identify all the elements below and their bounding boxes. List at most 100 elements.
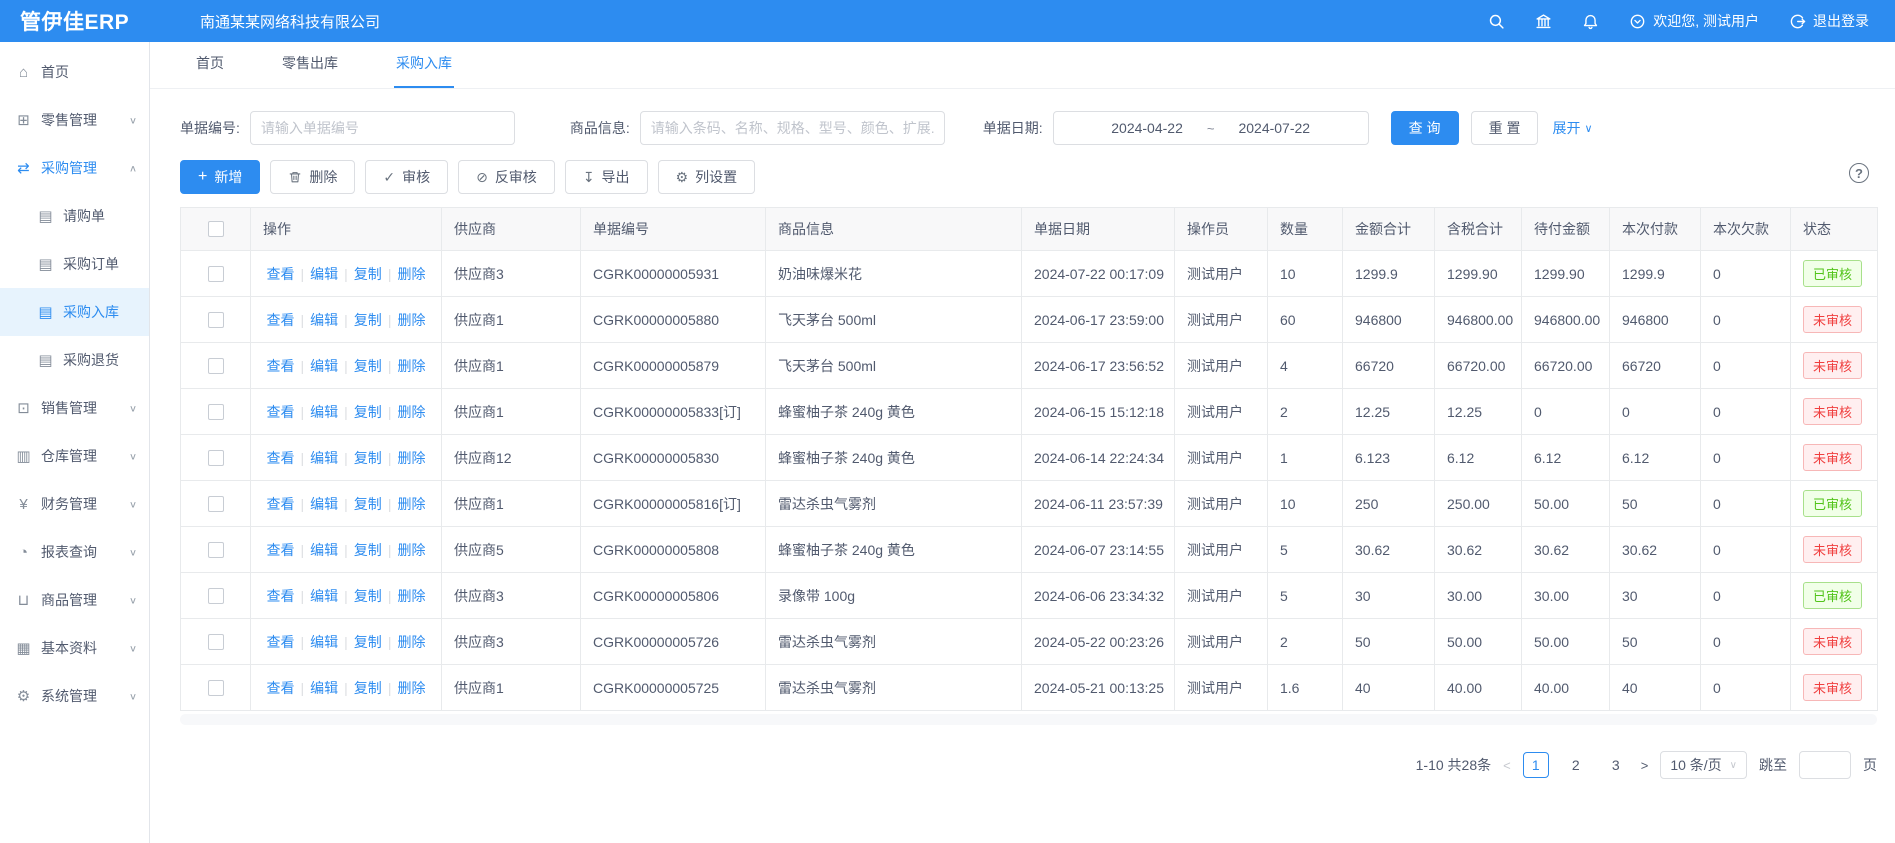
view-link[interactable]: 查看 [267, 312, 295, 328]
select-all-checkbox[interactable] [208, 221, 224, 237]
row-actions-cell: 查看|编辑|复制|删除 [251, 573, 442, 619]
copy-link[interactable]: 复制 [354, 680, 382, 696]
sidebar-item-goods-mgmt[interactable]: ⊔ 商品管理 ∨ [0, 576, 149, 624]
sidebar-item-system-mgmt[interactable]: ⚙ 系统管理 ∨ [0, 672, 149, 720]
copy-link[interactable]: 复制 [354, 450, 382, 466]
page-1[interactable]: 1 [1523, 752, 1549, 778]
copy-link[interactable]: 复制 [354, 588, 382, 604]
delete-link[interactable]: 删除 [397, 588, 425, 604]
audit-button[interactable]: ✓ 审核 [365, 160, 448, 194]
view-link[interactable]: 查看 [267, 358, 295, 374]
tab-home[interactable]: 首页 [194, 40, 226, 88]
sidebar-item-finance-mgmt[interactable]: ¥ 财务管理 ∨ [0, 480, 149, 528]
page-2[interactable]: 2 [1563, 752, 1589, 778]
sidebar-item-report-query[interactable]: ◔ 报表查询 ∨ [0, 528, 149, 576]
sidebar-item-basic-data[interactable]: ▦ 基本资料 ∨ [0, 624, 149, 672]
row-checkbox[interactable] [208, 680, 224, 696]
row-checkbox[interactable] [208, 266, 224, 282]
row-checkbox[interactable] [208, 404, 224, 420]
row-checkbox[interactable] [208, 634, 224, 650]
delete-link[interactable]: 删除 [397, 634, 425, 650]
user-menu[interactable]: 欢迎您, 测试用户 [1629, 11, 1759, 31]
doc-no-input[interactable] [250, 111, 515, 145]
delete-link[interactable]: 删除 [397, 680, 425, 696]
help-icon[interactable]: ? [1849, 163, 1869, 183]
copy-link[interactable]: 复制 [354, 312, 382, 328]
delete-button[interactable]: 删除 [270, 160, 355, 194]
search-button[interactable]: 查 询 [1391, 111, 1459, 145]
product-info-input[interactable] [640, 111, 945, 145]
edit-link[interactable]: 编辑 [310, 450, 338, 466]
row-checkbox[interactable] [208, 542, 224, 558]
sidebar-item-purchase-mgmt[interactable]: ⇄ 采购管理 ∧ [0, 144, 149, 192]
bank-icon[interactable] [1535, 13, 1552, 30]
view-link[interactable]: 查看 [267, 266, 295, 282]
view-link[interactable]: 查看 [267, 542, 295, 558]
expand-link[interactable]: 展开 ∨ [1552, 118, 1592, 138]
sidebar-item-sales-mgmt[interactable]: ⊡ 销售管理 ∨ [0, 384, 149, 432]
edit-link[interactable]: 编辑 [310, 404, 338, 420]
date-from-value[interactable]: 2024-04-22 [1111, 120, 1183, 136]
view-link[interactable]: 查看 [267, 450, 295, 466]
sidebar-item-purchase-inbound[interactable]: ▤ 采购入库 [0, 288, 149, 336]
view-link[interactable]: 查看 [267, 680, 295, 696]
date-range-picker[interactable]: 2024-04-22 ~ 2024-07-22 [1053, 111, 1369, 145]
bell-icon[interactable] [1582, 13, 1599, 30]
edit-link[interactable]: 编辑 [310, 634, 338, 650]
copy-link[interactable]: 复制 [354, 404, 382, 420]
prev-page-button[interactable]: < [1503, 758, 1511, 773]
delete-link[interactable]: 删除 [397, 266, 425, 282]
page-3[interactable]: 3 [1603, 752, 1629, 778]
sidebar-item-purchase-order[interactable]: ▤ 采购订单 [0, 240, 149, 288]
edit-link[interactable]: 编辑 [310, 542, 338, 558]
row-checkbox[interactable] [208, 358, 224, 374]
view-link[interactable]: 查看 [267, 634, 295, 650]
status-cell: 已审核 [1791, 573, 1878, 619]
edit-link[interactable]: 编辑 [310, 266, 338, 282]
delete-link[interactable]: 删除 [397, 542, 425, 558]
copy-link[interactable]: 复制 [354, 542, 382, 558]
jump-page-input[interactable] [1799, 751, 1851, 779]
page-number: 2 [1572, 757, 1580, 773]
delete-link[interactable]: 删除 [397, 312, 425, 328]
next-page-button[interactable]: > [1641, 758, 1649, 773]
row-checkbox[interactable] [208, 312, 224, 328]
edit-link[interactable]: 编辑 [310, 312, 338, 328]
copy-link[interactable]: 复制 [354, 358, 382, 374]
sidebar-item-warehouse-mgmt[interactable]: ▥ 仓库管理 ∨ [0, 432, 149, 480]
row-checkbox[interactable] [208, 450, 224, 466]
view-link[interactable]: 查看 [267, 404, 295, 420]
date-to-value[interactable]: 2024-07-22 [1238, 120, 1310, 136]
delete-link[interactable]: 删除 [397, 404, 425, 420]
horizontal-scrollbar[interactable] [180, 714, 1877, 725]
edit-link[interactable]: 编辑 [310, 680, 338, 696]
edit-link[interactable]: 编辑 [310, 496, 338, 512]
copy-link[interactable]: 复制 [354, 634, 382, 650]
view-link[interactable]: 查看 [267, 496, 295, 512]
search-icon[interactable] [1488, 13, 1505, 30]
tab-purchase-inbound[interactable]: 采购入库 [394, 40, 454, 88]
delete-link[interactable]: 删除 [397, 450, 425, 466]
tab-retail-outbound[interactable]: 零售出库 [280, 40, 340, 88]
export-button[interactable]: ↧ 导出 [565, 160, 648, 194]
edit-link[interactable]: 编辑 [310, 588, 338, 604]
amount-cell: 40 [1343, 665, 1435, 711]
reset-button[interactable]: 重 置 [1471, 111, 1539, 145]
page-size-select[interactable]: 10 条/页 ∨ [1660, 751, 1747, 779]
logout-button[interactable]: 退出登录 [1789, 11, 1869, 31]
sidebar-item-purchase-request[interactable]: ▤ 请购单 [0, 192, 149, 240]
copy-link[interactable]: 复制 [354, 266, 382, 282]
edit-link[interactable]: 编辑 [310, 358, 338, 374]
delete-link[interactable]: 删除 [397, 358, 425, 374]
delete-link[interactable]: 删除 [397, 496, 425, 512]
column-settings-button[interactable]: ⚙ 列设置 [658, 160, 756, 194]
sidebar-item-home[interactable]: ⌂ 首页 [0, 48, 149, 96]
unaudit-button[interactable]: ⊘ 反审核 [458, 160, 555, 194]
sidebar-item-purchase-return[interactable]: ▤ 采购退货 [0, 336, 149, 384]
view-link[interactable]: 查看 [267, 588, 295, 604]
row-checkbox[interactable] [208, 588, 224, 604]
add-button[interactable]: + 新增 [180, 160, 260, 194]
row-checkbox[interactable] [208, 496, 224, 512]
sidebar-item-retail-mgmt[interactable]: ⊞ 零售管理 ∨ [0, 96, 149, 144]
copy-link[interactable]: 复制 [354, 496, 382, 512]
